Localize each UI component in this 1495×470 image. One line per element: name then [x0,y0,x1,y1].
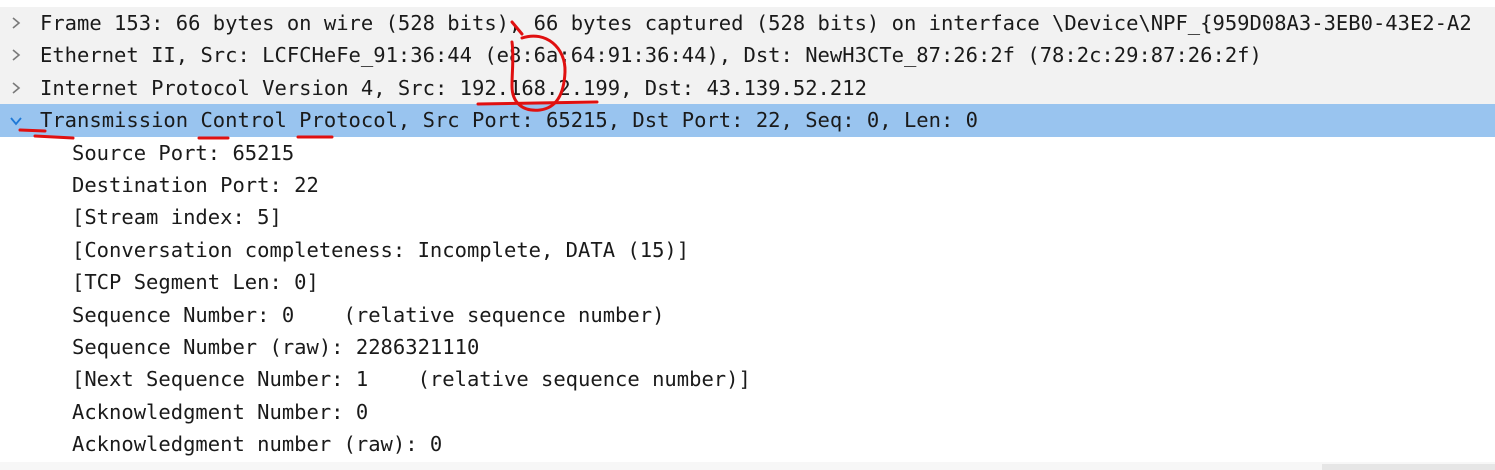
tcp-field-row[interactable]: [Stream index: 5] [0,201,1495,233]
next-row-partial [0,462,1495,470]
tree-item-ethernet[interactable]: Ethernet II, Src: LCFCHeFe_91:36:44 (e8:… [0,39,1495,72]
tcp-field-label: [TCP Segment Len: 0] [72,270,319,295]
tcp-field-row[interactable]: Destination Port: 22 [0,169,1495,201]
tcp-field-label: Destination Port: 22 [72,172,319,197]
tree-item-frame[interactable]: Frame 153: 66 bytes on wire (528 bits), … [0,7,1495,40]
tcp-field-row[interactable]: Acknowledgment number (raw): 0 [0,428,1495,460]
tcp-field-label: Source Port: 65215 [72,140,295,165]
chevron-right-icon[interactable] [9,39,27,71]
tree-item-ipv4[interactable]: Internet Protocol Version 4, Src: 192.16… [0,71,1495,105]
tcp-field-row[interactable]: Sequence Number (raw): 2286321110 [0,331,1495,363]
tcp-field-label: [Stream index: 5] [72,205,282,230]
tcp-field-row[interactable]: Acknowledgment Number: 0 [0,396,1495,428]
tree-item-label: Transmission Control Protocol, Src Port:… [40,108,978,133]
tcp-field-label: Sequence Number (raw): 2286321110 [72,334,480,359]
tcp-field-row[interactable]: [Conversation completeness: Incomplete, … [0,234,1495,266]
tree-item-label: Ethernet II, Src: LCFCHeFe_91:36:44 (e8:… [40,43,1262,68]
tcp-field-label: Sequence Number: 0 (relative sequence nu… [72,302,665,327]
tcp-field-row[interactable]: [TCP Segment Len: 0] [0,266,1495,298]
tcp-field-label: [Next Sequence Number: 1 (relative seque… [72,367,751,392]
packet-details-tree: Frame 153: 66 bytes on wire (528 bits), … [0,7,1495,460]
tcp-field-row[interactable]: Source Port: 65215 [0,137,1495,169]
tcp-field-label: Acknowledgment number (raw): 0 [72,432,443,457]
tcp-field-label: Acknowledgment Number: 0 [72,399,369,424]
horizontal-scrollbar[interactable] [1322,464,1495,470]
tcp-field-row[interactable]: Sequence Number: 0 (relative sequence nu… [0,299,1495,331]
tcp-field-row[interactable]: [Next Sequence Number: 1 (relative seque… [0,363,1495,395]
tree-item-label: Internet Protocol Version 4, Src: 192.16… [40,75,867,100]
chevron-right-icon[interactable] [9,72,27,104]
tcp-field-label: [Conversation completeness: Incomplete, … [72,237,690,262]
chevron-down-icon[interactable] [9,104,27,136]
tree-item-tcp[interactable]: Transmission Control Protocol, Src Port:… [0,104,1495,137]
tree-item-label: Frame 153: 66 bytes on wire (528 bits), … [40,11,1472,35]
chevron-right-icon[interactable] [9,7,27,39]
